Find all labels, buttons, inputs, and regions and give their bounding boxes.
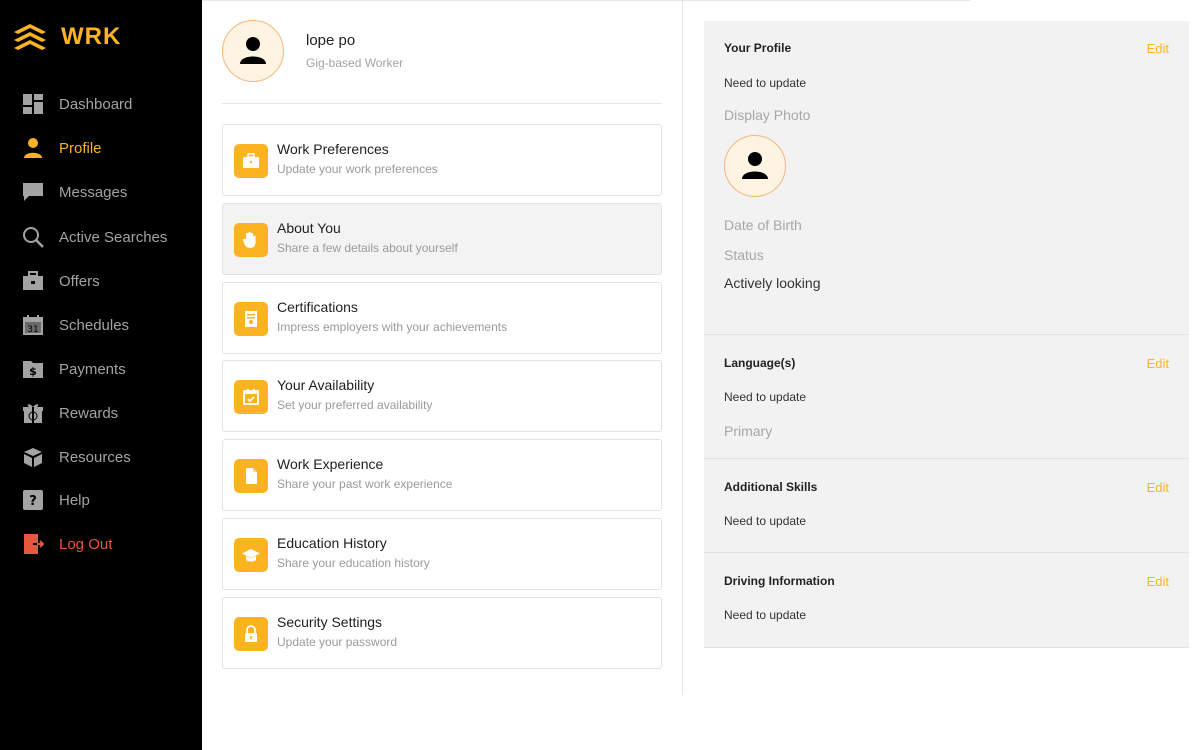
sidebar-item-label: Rewards [59,404,119,422]
card-title: Work Preferences [277,141,389,157]
search-icon [22,226,44,248]
logo[interactable]: WRK [12,22,121,52]
card-your-availability[interactable]: Your Availability Set your preferred ava… [222,360,662,432]
card-subtitle: Impress employers with your achievements [277,320,508,334]
display-photo [724,135,786,197]
primary-language-label: Primary [724,423,773,439]
update-note: Need to update [724,390,807,404]
card-work-experience[interactable]: Work Experience Share your past work exp… [222,439,662,511]
sidebar-item-resources[interactable]: Resources [22,445,131,469]
briefcase-icon [22,270,44,292]
card-subtitle: Update your work preferences [277,162,438,176]
section-title: Driving Information [724,574,835,588]
briefcase-icon [234,144,268,178]
card-subtitle: Update your password [277,635,398,649]
person-icon [22,137,44,159]
sidebar-item-label: Schedules [59,316,130,334]
card-title: Work Experience [277,456,384,472]
profile-details-panel: Your Profile Edit Need to update Display… [704,21,1189,648]
section-your-profile: Your Profile Edit Need to update Display… [704,21,1189,335]
edit-profile-button[interactable]: Edit [1147,41,1169,56]
document-icon [234,459,268,493]
card-title: About You [277,220,341,236]
sidebar-item-help[interactable]: ? Help [22,488,90,512]
sidebar-item-label: Help [59,491,90,509]
calendar-icon: 31 [22,314,44,336]
sidebar-item-profile[interactable]: Profile [22,136,102,160]
card-certifications[interactable]: Certifications Impress employers with yo… [222,282,662,354]
edit-skills-button[interactable]: Edit [1147,480,1169,495]
payments-badge: $ [29,365,37,378]
certificate-icon [234,302,268,336]
profile-header: lope po Gig-based Worker [222,20,662,104]
sidebar-item-label: Messages [59,183,128,201]
sidebar-item-schedules[interactable]: 31 Schedules [22,313,129,337]
lock-icon [234,617,268,651]
sidebar-item-messages[interactable]: Messages [22,180,127,204]
status-label: Status [724,247,764,263]
person-icon [742,152,768,179]
card-subtitle: Set your preferred availability [277,398,433,412]
display-photo-label: Display Photo [724,107,811,123]
wrk-logo-icon [14,24,46,50]
chat-icon [22,181,44,203]
sidebar-item-payments[interactable]: $ Payments [22,357,126,381]
update-note: Need to update [724,608,807,622]
dollar-folder-icon: $ [22,358,44,380]
sidebar-item-label: Resources [59,448,131,466]
section-title: Language(s) [724,356,796,370]
sidebar-item-label: Offers [59,272,100,290]
sidebar-item-label: Active Searches [59,228,168,246]
calendar-check-icon [234,380,268,414]
section-title: Additional Skills [724,480,818,494]
section-languages: Language(s) Edit Need to update Primary [704,335,1189,459]
avatar[interactable] [222,20,284,82]
help-icon: ? [22,489,44,511]
help-badge: ? [29,494,37,509]
card-work-preferences[interactable]: Work Preferences Update your work prefer… [222,124,662,196]
sidebar-item-active-searches[interactable]: Active Searches [22,225,167,249]
card-title: Your Availability [277,377,375,393]
section-additional-skills: Additional Skills Edit Need to update [704,459,1189,553]
card-about-you[interactable]: About You Share a few details about your… [222,203,662,275]
card-security-settings[interactable]: Security Settings Update your password [222,597,662,669]
calendar-badge: 31 [27,325,38,335]
sidebar-item-dashboard[interactable]: Dashboard [22,92,132,116]
edit-languages-button[interactable]: Edit [1147,356,1169,371]
card-subtitle: Share your past work experience [277,477,453,491]
graduation-cap-icon [234,538,268,572]
sidebar-item-offers[interactable]: Offers [22,269,100,293]
dashboard-icon [22,93,44,115]
sidebar-item-label: Dashboard [59,95,133,113]
logout-icon [22,533,44,555]
app: WRK Dashboard Profile Messages Active Se [0,0,1200,750]
sidebar-item-label: Log Out [59,535,113,553]
sidebar-item-rewards[interactable]: Rewards [22,401,118,425]
sidebar: WRK Dashboard Profile Messages Active Se [0,0,202,750]
dob-label: Date of Birth [724,217,802,233]
wave-hand-icon [234,223,268,257]
card-education-history[interactable]: Education History Share your education h… [222,518,662,590]
card-title: Security Settings [277,614,383,630]
sidebar-item-label: Profile [59,139,102,157]
update-note: Need to update [724,514,807,528]
card-subtitle: Share your education history [277,556,430,570]
user-name: lope po [306,32,356,49]
sidebar-item-log-out[interactable]: Log Out [22,532,112,556]
profile-menu-column: lope po Gig-based Worker Work Preference… [202,0,683,695]
gift-icon [22,402,44,424]
user-role: Gig-based Worker [306,56,404,70]
section-title: Your Profile [724,41,792,55]
update-note: Need to update [724,76,807,90]
person-icon [240,37,266,64]
card-subtitle: Share a few details about yourself [277,241,458,255]
logo-text: WRK [61,23,122,50]
section-driving-information: Driving Information Edit Need to update [704,553,1189,648]
boxes-icon [22,446,44,468]
status-value: Actively looking [724,275,821,291]
edit-driving-button[interactable]: Edit [1147,574,1169,589]
sidebar-item-label: Payments [59,360,126,378]
card-title: Education History [277,535,387,551]
card-title: Certifications [277,299,358,315]
